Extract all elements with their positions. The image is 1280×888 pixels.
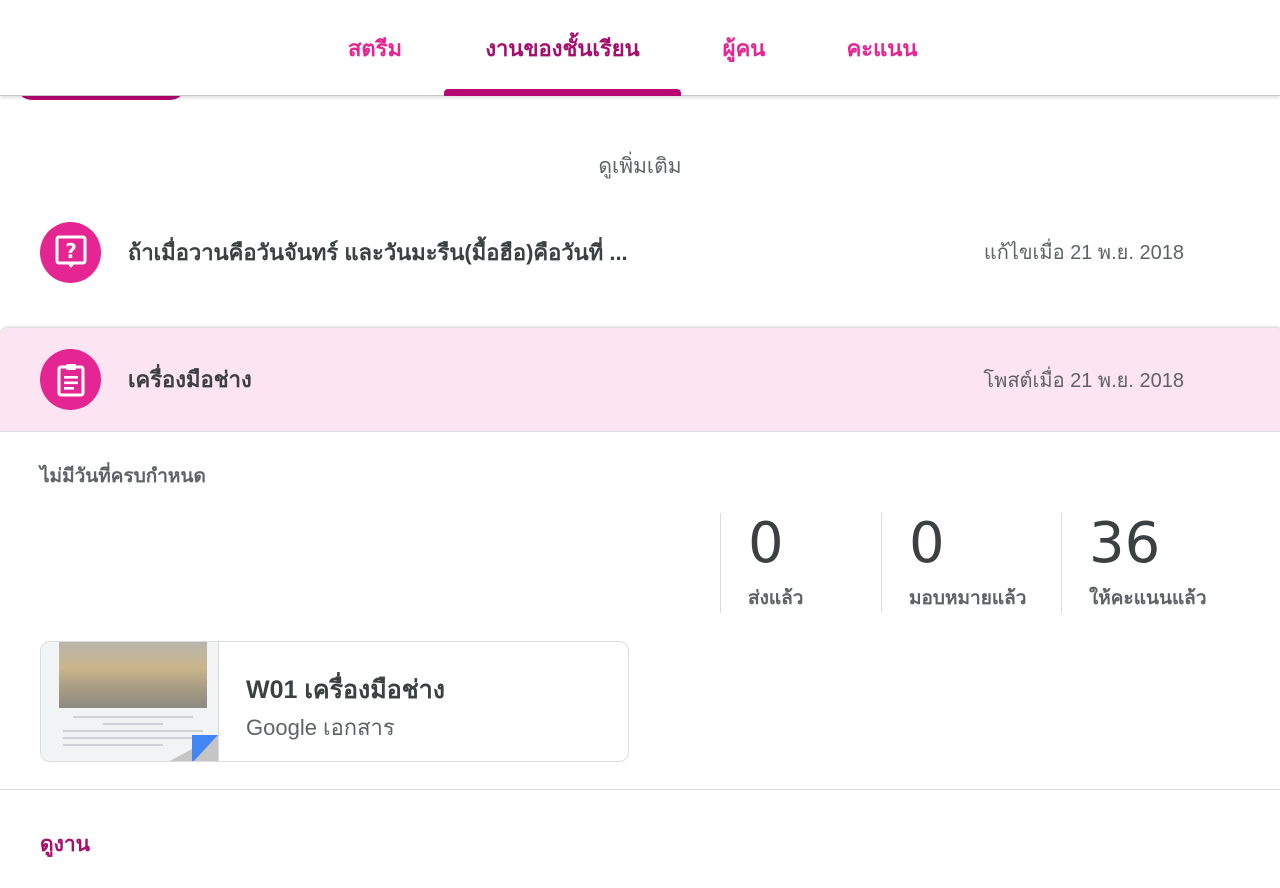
stat-graded[interactable]: 36 ให้คะแนนแล้ว <box>1061 513 1261 613</box>
stat-turned-in-label: ส่งแล้ว <box>748 588 804 609</box>
stat-graded-label: ให้คะแนนแล้ว <box>1089 588 1207 609</box>
svg-text:?: ? <box>65 239 77 263</box>
stat-assigned[interactable]: 0 มอบหมายแล้ว <box>881 513 1061 613</box>
assignment-icon <box>40 349 101 410</box>
assignment-posted-date: โพสต์เมื่อ 21 พ.ย. 2018 <box>983 369 1184 392</box>
doc-thumbnail <box>41 642 219 761</box>
doc-thumbnail-photo <box>59 642 207 708</box>
active-tab-indicator <box>444 89 681 96</box>
stat-turned-in-value: 0 <box>748 511 784 576</box>
attachment-title: W01 เครื่องมือช่าง <box>246 676 445 704</box>
tab-stream[interactable]: สตรีม <box>336 0 414 96</box>
stat-assigned-label: มอบหมายแล้ว <box>909 588 1027 609</box>
top-nav: สตรีม งานของชั้นเรียน ผู้คน คะแนน <box>0 0 1280 96</box>
stat-turned-in[interactable]: 0 ส่งแล้ว <box>720 513 880 613</box>
due-date-label: ไม่มีวันที่ครบกำหนด <box>40 466 206 487</box>
tab-grades[interactable]: คะแนน <box>836 0 928 96</box>
attachment-doc[interactable]: W01 เครื่องมือช่าง Google เอกสาร <box>40 641 629 762</box>
question-title: ถ้าเมื่อวานคือวันจันทร์ และวันมะรืน(มื้อ… <box>128 239 628 265</box>
google-docs-icon <box>192 735 218 761</box>
question-item-row[interactable]: ? ถ้าเมื่อวานคือวันจันทร์ และวันมะรืน(มื… <box>0 202 1280 302</box>
tab-classwork[interactable]: งานของชั้นเรียน <box>444 0 681 96</box>
tab-people[interactable]: ผู้คน <box>712 0 776 96</box>
assignment-card: เครื่องมือช่าง โพสต์เมื่อ 21 พ.ย. 2018 ไ… <box>0 328 1280 888</box>
question-icon: ? <box>40 221 101 283</box>
card-divider <box>0 789 1280 790</box>
stat-assigned-value: 0 <box>909 511 945 576</box>
question-edited-date: แก้ไขเมื่อ 21 พ.ย. 2018 <box>983 242 1184 264</box>
attachment-type: Google เอกสาร <box>246 715 395 740</box>
assignment-header[interactable]: เครื่องมือช่าง โพสต์เมื่อ 21 พ.ย. 2018 <box>0 328 1280 432</box>
stat-graded-value: 36 <box>1089 511 1161 576</box>
assignment-title: เครื่องมือช่าง <box>128 367 252 392</box>
see-more-link[interactable]: ดูเพิ่มเติม <box>0 150 1280 183</box>
submission-stats: 0 ส่งแล้ว 0 มอบหมายแล้ว 36 ให้คะแนนแล้ว <box>0 513 1280 613</box>
view-work-link[interactable]: ดูงาน <box>40 828 90 861</box>
